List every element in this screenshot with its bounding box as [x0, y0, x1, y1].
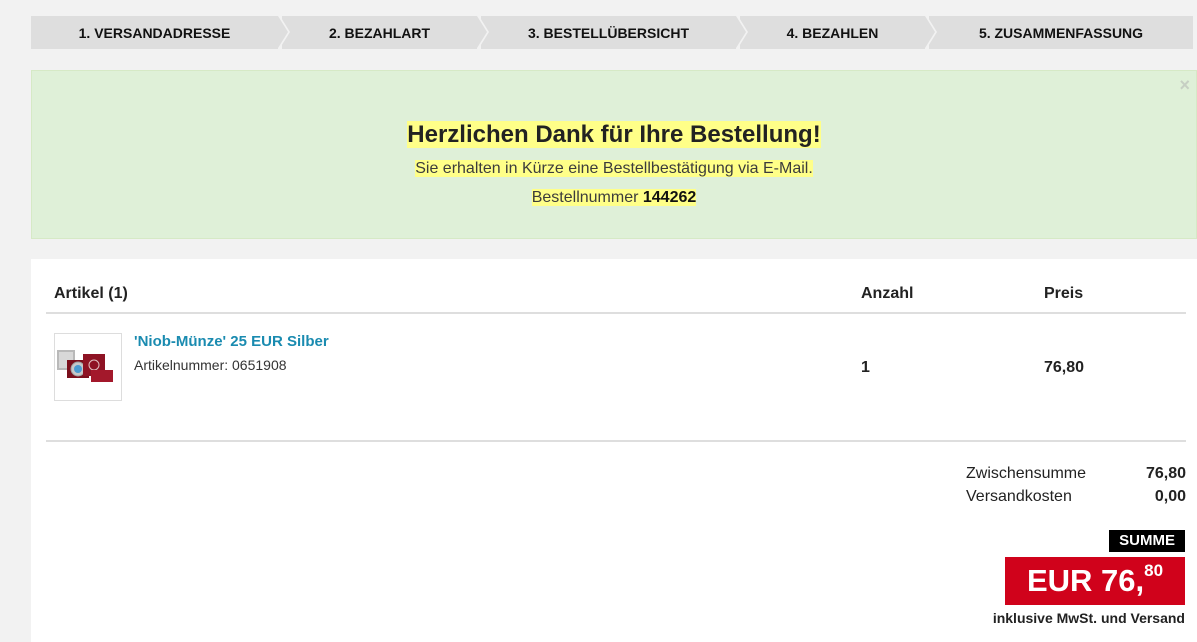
subtotal-label: Zwischensumme — [966, 465, 1087, 482]
product-link[interactable]: 'Niob-Münze' 25 EUR Silber — [134, 333, 329, 350]
totals: Zwischensumme 76,80 Versandkosten 0,00 — [956, 465, 1186, 511]
order-number-label: Bestellnummer — [531, 189, 639, 206]
sum-total-cents: 80 — [1144, 561, 1164, 580]
sum-total: EUR 76, 80 — [1005, 557, 1185, 605]
success-alert: × Herzlichen Dank für Ihre Bestellung! S… — [31, 70, 1197, 239]
item-quantity: 1 — [861, 359, 870, 376]
sum-total-main: EUR 76, — [1026, 563, 1145, 598]
step-label: 3. BESTELLÜBERSICHT — [527, 24, 689, 41]
checkout-steps: 1. VERSANDADRESSE 2. BEZAHLART 3. BESTEL… — [31, 16, 1193, 49]
thank-you-title-text: Herzlichen Dank für Ihre Bestellung! — [407, 121, 821, 148]
order-number-value: 144262 — [642, 189, 697, 206]
subtotal-row: Zwischensumme 76,80 — [956, 465, 1186, 488]
article-number: Artikelnummer: 0651908 — [134, 357, 287, 373]
shipping-label: Versandkosten — [966, 488, 1072, 505]
tax-note: inklusive MwSt. und Versand — [992, 610, 1185, 626]
col-price: Preis — [1044, 285, 1084, 302]
confirmation-message: Sie erhalten in Kürze eine Bestellbestät… — [32, 159, 1196, 179]
product-thumbnail[interactable] — [54, 333, 122, 401]
col-article: Artikel (1) — [54, 285, 128, 302]
order-number: Bestellnummer 144262 — [32, 188, 1196, 208]
confirmation-message-text: Sie erhalten in Kürze eine Bestellbestät… — [415, 160, 813, 177]
sum-label: SUMME — [1109, 530, 1185, 552]
step-order-overview[interactable]: 3. BESTELLÜBERSICHT — [481, 16, 748, 49]
col-quantity: Anzahl — [861, 285, 914, 302]
shipping-value: 0,00 — [1154, 488, 1186, 505]
thank-you-title: Herzlichen Dank für Ihre Bestellung! — [32, 120, 1196, 150]
order-panel: Artikel (1) Anzahl Preis 'Niob-Münze' 25… — [31, 259, 1197, 642]
step-payment-method[interactable]: 2. BEZAHLART — [282, 16, 489, 49]
step-shipping-address[interactable]: 1. VERSANDADRESSE — [31, 16, 290, 49]
item-price: 76,80 — [1044, 359, 1085, 376]
step-summary[interactable]: 5. ZUSAMMENFASSUNG — [929, 16, 1193, 49]
table-row: 'Niob-Münze' 25 EUR Silber Artikelnummer… — [46, 314, 1186, 442]
step-label: 2. BEZAHLART — [328, 24, 431, 41]
step-label: 5. ZUSAMMENFASSUNG — [978, 24, 1144, 41]
step-pay[interactable]: 4. BEZAHLEN — [740, 16, 937, 49]
close-icon[interactable]: × — [1179, 75, 1190, 96]
coin-box-image — [57, 350, 113, 382]
table-header: Artikel (1) Anzahl Preis — [46, 259, 1186, 314]
shipping-row: Versandkosten 0,00 — [956, 488, 1186, 511]
subtotal-value: 76,80 — [1145, 465, 1186, 482]
step-label: 4. BEZAHLEN — [786, 24, 879, 41]
step-label: 1. VERSANDADRESSE — [78, 24, 231, 41]
